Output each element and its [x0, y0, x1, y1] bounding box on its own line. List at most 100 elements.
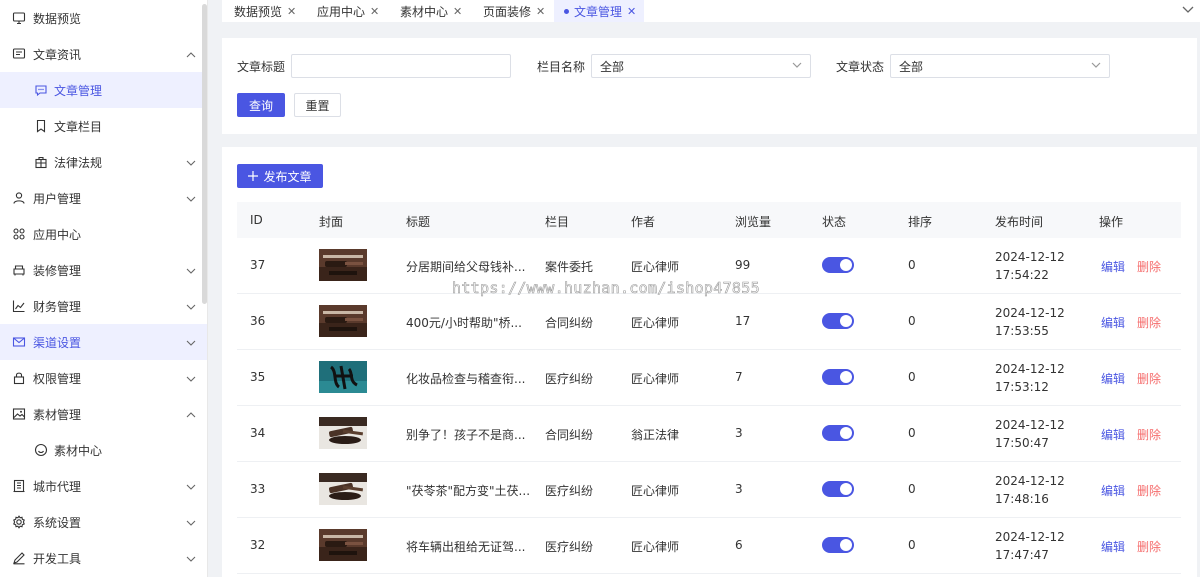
cell-title: 化妆品检查与稽查衔...: [406, 372, 526, 386]
cell-title: 分居期间给父母钱补...: [406, 260, 526, 274]
status-filter-select[interactable]: 全部: [890, 54, 1110, 78]
sidebar-item-6[interactable]: 用户管理: [0, 180, 207, 216]
sidebar-item-12[interactable]: 素材管理: [0, 396, 207, 432]
sidebar-item-15[interactable]: 系统设置: [0, 504, 207, 540]
close-icon[interactable]: ✕: [370, 5, 379, 18]
cell-publish-time: 2024-12-12 17:53:12: [995, 362, 1065, 394]
edit-link[interactable]: 编辑: [1101, 314, 1125, 331]
tab-1[interactable]: 数据预览 ✕: [222, 0, 305, 22]
sidebar-item-1[interactable]: 数据预览: [0, 0, 207, 36]
table-row: 33 "茯苓茶"配方变"土茯... 医疗纠纷 匠心律师 3 0 2024-12-12 17:…: [237, 462, 1181, 518]
delete-link[interactable]: 删除: [1137, 426, 1161, 443]
tab-label: 素材中心: [400, 4, 449, 19]
edit-link[interactable]: 编辑: [1101, 482, 1125, 499]
status-toggle[interactable]: [822, 537, 854, 553]
cell-author: 匠心律师: [631, 316, 680, 330]
tab-3[interactable]: 素材中心 ✕: [388, 0, 471, 22]
cell-column: 合同纠纷: [545, 316, 594, 330]
close-icon[interactable]: ✕: [536, 5, 545, 18]
delete-link[interactable]: 删除: [1137, 482, 1161, 499]
delete-link[interactable]: 删除: [1137, 370, 1161, 387]
cell-publish-time: 2024-12-12 17:54:22: [995, 250, 1065, 282]
th-author: 作者: [631, 215, 656, 229]
message-icon: [12, 47, 26, 61]
edit-link[interactable]: 编辑: [1101, 538, 1125, 555]
sidebar-item-label: 开发工具: [33, 551, 82, 566]
publish-article-button[interactable]: 发布文章: [237, 164, 323, 188]
sidebar-item-label: 文章管理: [54, 83, 103, 98]
close-icon[interactable]: ✕: [627, 5, 636, 18]
image-icon: [12, 407, 26, 421]
watermark-text: https://www.huzhan.com/ishop47855: [452, 279, 760, 298]
tab-label: 文章管理: [574, 4, 623, 19]
sidebar-item-3[interactable]: 文章管理: [0, 72, 207, 108]
cell-author: 匠心律师: [631, 540, 680, 554]
cell-views: 6: [735, 538, 743, 552]
status-toggle[interactable]: [822, 257, 854, 273]
sidebar-item-5[interactable]: 法律法规: [0, 144, 207, 180]
status-toggle[interactable]: [822, 369, 854, 385]
table-row: 35 化妆品检查与稽查衔... 医疗纠纷 匠心律师 7 0 2024-12-12 17:53…: [237, 350, 1181, 406]
query-button[interactable]: 查询: [237, 93, 285, 117]
sidebar-item-label: 用户管理: [33, 191, 82, 206]
chat-icon: [34, 83, 48, 97]
cell-title: 将车辆出租给无证驾...: [406, 540, 526, 554]
smile-icon: [34, 443, 48, 457]
tab-bar: 数据预览 ✕ 应用中心 ✕ 素材中心 ✕ 页面装修 ✕ 文章管理 ✕: [222, 0, 1200, 22]
chevron-down-icon[interactable]: [1182, 6, 1194, 14]
sidebar-item-label: 装修管理: [33, 263, 82, 278]
table-row: 36 400元/小时帮助"桥... 合同纠纷 匠心律师 17 0 2024-12-12 17…: [237, 294, 1181, 350]
th-title: 标题: [406, 215, 431, 229]
sidebar-item-10[interactable]: 渠道设置: [0, 324, 207, 360]
monitor-icon: [12, 11, 26, 25]
reset-button[interactable]: 重置: [294, 93, 341, 117]
bookmark-icon: [34, 119, 48, 133]
column-filter-value: 全部: [600, 59, 625, 74]
filter-panel: 文章标题 栏目名称 全部 文章状态 全部 查询 重置: [222, 38, 1197, 134]
sidebar-item-7[interactable]: 应用中心: [0, 216, 207, 252]
sidebar-item-13[interactable]: 素材中心: [0, 432, 207, 468]
cell-id: 35: [250, 370, 266, 384]
article-table-panel: 发布文章 ID 封面 标题 栏目 作者 浏览量 状态 排序 发布时间 操作 37…: [222, 147, 1197, 577]
chevron-up-icon: [186, 409, 196, 419]
sidebar-item-14[interactable]: 城市代理: [0, 468, 207, 504]
sidebar-item-label: 城市代理: [33, 479, 82, 494]
status-filter-value: 全部: [899, 59, 924, 74]
sidebar-item-9[interactable]: 财务管理: [0, 288, 207, 324]
close-icon[interactable]: ✕: [453, 5, 462, 18]
delete-link[interactable]: 删除: [1137, 314, 1161, 331]
sidebar-item-4[interactable]: 文章栏目: [0, 108, 207, 144]
cell-author: 匠心律师: [631, 260, 680, 274]
cell-sort: 0: [908, 538, 916, 552]
column-filter-label: 栏目名称: [537, 60, 586, 74]
tab-5[interactable]: 文章管理 ✕: [554, 0, 644, 22]
cover-image: [319, 305, 367, 337]
tab-label: 应用中心: [317, 4, 366, 19]
status-toggle[interactable]: [822, 313, 854, 329]
sidebar-item-11[interactable]: 权限管理: [0, 360, 207, 396]
tab-2[interactable]: 应用中心 ✕: [305, 0, 388, 22]
status-toggle[interactable]: [822, 425, 854, 441]
tab-4[interactable]: 页面装修 ✕: [471, 0, 554, 22]
sidebar-item-label: 素材中心: [54, 443, 103, 458]
column-filter-select[interactable]: 全部: [591, 54, 811, 78]
sidebar-item-2[interactable]: 文章资讯: [0, 36, 207, 72]
sidebar-scrollbar[interactable]: [202, 4, 207, 304]
title-filter-input[interactable]: [291, 54, 511, 78]
status-toggle[interactable]: [822, 481, 854, 497]
table-row: 32 将车辆出租给无证驾... 医疗纠纷 匠心律师 6 0 2024-12-12 17:47…: [237, 518, 1181, 574]
delete-link[interactable]: 删除: [1137, 258, 1161, 275]
title-filter-label: 文章标题: [237, 60, 286, 74]
th-cover: 封面: [319, 215, 344, 229]
sidebar-item-16[interactable]: 开发工具: [0, 540, 207, 576]
sidebar-item-label: 素材管理: [33, 407, 82, 422]
edit-link[interactable]: 编辑: [1101, 370, 1125, 387]
edit-link[interactable]: 编辑: [1101, 258, 1125, 275]
sidebar-item-8[interactable]: 装修管理: [0, 252, 207, 288]
close-icon[interactable]: ✕: [287, 5, 296, 18]
edit-link[interactable]: 编辑: [1101, 426, 1125, 443]
lock-icon: [12, 371, 26, 385]
cell-sort: 0: [908, 258, 916, 272]
delete-link[interactable]: 删除: [1137, 538, 1161, 555]
cell-column: 案件委托: [545, 260, 594, 274]
